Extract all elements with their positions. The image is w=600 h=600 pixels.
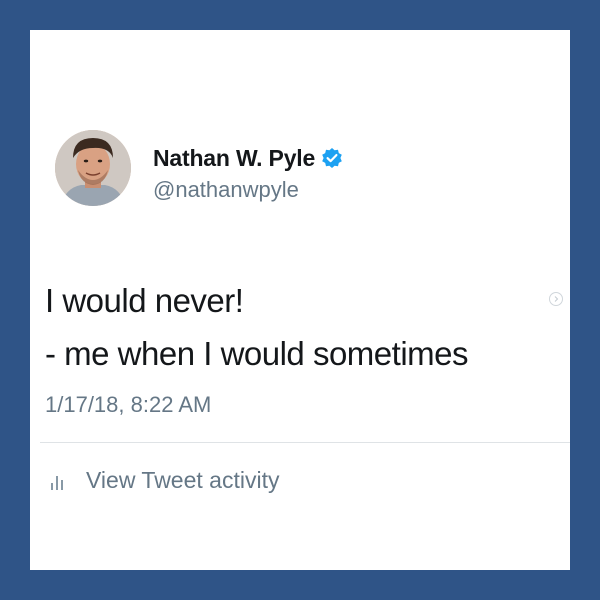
tweet-text: I would never! - me when I would sometim… [45, 274, 545, 380]
tweet-text-line: I would never! [45, 282, 244, 319]
tweet-text-line: - me when I would sometimes [45, 335, 469, 372]
divider [40, 442, 570, 443]
chevron-right-icon[interactable] [549, 292, 563, 306]
author-name-row: Nathan W. Pyle [153, 144, 343, 172]
tweet-card: Nathan W. Pyle @nathanwpyle I would neve… [30, 30, 570, 570]
view-tweet-activity-button[interactable]: View Tweet activity [50, 467, 279, 494]
view-tweet-activity-label: View Tweet activity [86, 467, 280, 493]
tweet-timestamp[interactable]: 1/17/18, 8:22 AM [45, 392, 211, 418]
avatar[interactable] [55, 130, 131, 206]
avatar-image [55, 130, 131, 206]
verified-badge-icon [321, 147, 343, 169]
bar-chart-icon [50, 471, 66, 491]
author-handle[interactable]: @nathanwpyle [153, 177, 299, 203]
author-display-name[interactable]: Nathan W. Pyle [153, 145, 315, 172]
